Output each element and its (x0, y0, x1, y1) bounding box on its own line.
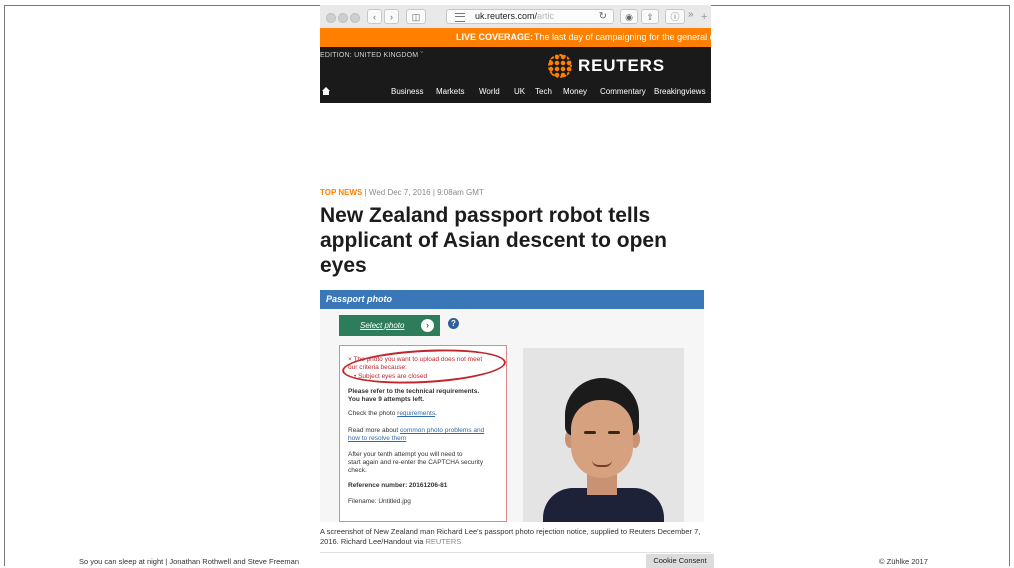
error-note: After your tenth attempt you will need t… (348, 451, 463, 458)
nav-item-business[interactable]: Business (391, 87, 423, 96)
error-note: check. (348, 467, 367, 474)
passport-photo-title: Passport photo (326, 294, 393, 304)
window-minimize-dot[interactable] (338, 13, 348, 23)
article-image: Passport photo Select photo › ? × The ph… (320, 290, 704, 522)
nav-item-tech[interactable]: Tech (535, 87, 552, 96)
reuters-logo-text[interactable]: REUTERS (578, 56, 665, 76)
browser-toolbar: ‹ › ◫ uk.reuters.com/artic ↻ ◉ ⇧ ⓘ » + (320, 5, 711, 29)
chevron-down-icon: ˇ (420, 52, 424, 59)
overflow-icon[interactable]: » (688, 9, 694, 20)
nav-item-breakingviews[interactable]: Breakingviews (654, 87, 706, 96)
reuters-header: EDITION: UNITED KINGDOM ˇ REUTERS Busine… (320, 47, 711, 103)
nav-item-uk[interactable]: UK (514, 87, 525, 96)
cookie-consent-button[interactable]: Cookie Consent (646, 554, 714, 568)
slide-border (1009, 5, 1010, 566)
nav-item-money[interactable]: Money (563, 87, 587, 96)
window-zoom-dot[interactable] (350, 13, 360, 23)
red-circle-annotation (341, 345, 507, 388)
nav-item-markets[interactable]: Markets (436, 87, 464, 96)
slide-footer-copyright: © Zühlke 2017 (879, 557, 928, 566)
window-close-dot[interactable] (326, 13, 336, 23)
nav-item-world[interactable]: World (479, 87, 500, 96)
live-coverage-banner[interactable]: LIVE COVERAGE: The last day of campaigni… (320, 28, 711, 47)
slide-footer-title: So you can sleep at night | Jonathan Rot… (79, 557, 300, 566)
new-tab-icon[interactable]: + (701, 11, 707, 23)
article-kicker: TOP NEWS | Wed Dec 7, 2016 | 9:08am GMT (320, 188, 484, 197)
help-icon: ? (448, 318, 459, 329)
portrait-eye (608, 431, 620, 434)
download-icon[interactable]: ◉ (620, 9, 638, 24)
sidebar-icon[interactable]: ◫ (406, 9, 426, 24)
address-bar[interactable]: uk.reuters.com/artic ↻ (446, 9, 614, 24)
filename: Filename: Untitled.jpg (348, 498, 411, 505)
reload-icon[interactable]: ↻ (599, 10, 607, 23)
select-photo-label: Select photo (360, 321, 405, 330)
reuters-logo-ring (548, 54, 572, 78)
top-news-link[interactable]: TOP NEWS (320, 188, 362, 197)
edition-selector[interactable]: EDITION: UNITED KINGDOM ˇ (320, 52, 423, 59)
nav-item-commentary[interactable]: Commentary (600, 87, 646, 96)
read-more-line: Read more about common photo problems an… (348, 427, 485, 434)
slide-border (4, 5, 5, 566)
select-photo-button: Select photo › (339, 315, 440, 336)
reference-number: Reference number: 20161206-81 (348, 482, 448, 489)
applicant-portrait (523, 348, 684, 522)
error-note: start again and re-enter the CAPTCHA sec… (348, 459, 484, 466)
article-date: | Wed Dec 7, 2016 | 9:08am GMT (364, 188, 484, 197)
attempts-left: You have 9 attempts left. (348, 396, 425, 403)
article-headline: New Zealand passport robot tells applica… (320, 204, 667, 277)
back-icon[interactable]: ‹ (367, 9, 382, 24)
requirements-note: Please refer to the technical requiremen… (348, 388, 480, 395)
url-text: uk.reuters.com/artic (475, 11, 555, 21)
resolve-link: how to resolve them (348, 435, 407, 442)
passport-photo-bar: Passport photo (320, 290, 704, 309)
portrait-eye (584, 431, 596, 434)
chevron-right-icon: › (421, 319, 434, 332)
reader-icon[interactable] (455, 13, 465, 22)
divider (320, 552, 711, 553)
photo-error-notice: × The photo you want to upload does not … (339, 345, 507, 522)
live-coverage-label: LIVE COVERAGE: (456, 32, 534, 42)
live-coverage-text[interactable]: The last day of campaigning for the gene… (534, 32, 711, 42)
info-icon[interactable]: ⓘ (665, 9, 685, 24)
home-icon[interactable] (322, 87, 330, 95)
forward-icon[interactable]: › (384, 9, 399, 24)
share-icon[interactable]: ⇧ (641, 9, 659, 24)
image-caption: A screenshot of New Zealand man Richard … (320, 527, 701, 546)
check-requirements-line: Check the photo requirements. (348, 410, 437, 417)
